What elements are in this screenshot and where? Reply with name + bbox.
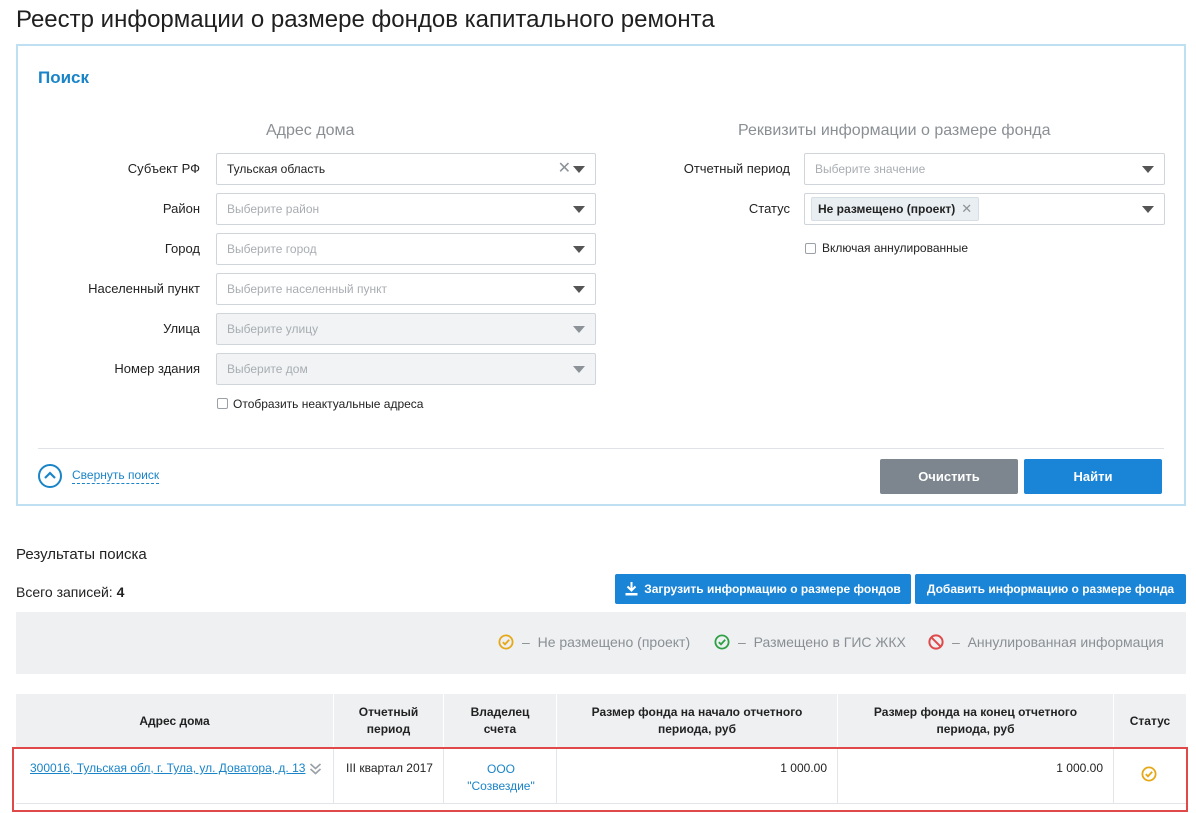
table-header: Адрес дома Отчетный период Владелец счет… [16,694,1186,748]
period-select[interactable]: Выберите значение [804,153,1165,185]
city-select[interactable]: Выберите город [216,233,596,265]
search-panel: Поиск Адрес дома Реквизиты информации о … [16,44,1186,506]
legend-dash: – [738,634,746,650]
chevron-down-icon[interactable] [1142,206,1154,213]
upload-button-label: Загрузить информацию о размере фондов [644,582,901,596]
legend-dash: – [522,634,530,650]
column-header-status[interactable]: Статус [1114,694,1186,748]
clear-icon[interactable]: ✕ [558,161,571,177]
row-highlight-frame [12,747,1188,812]
subject-select-value: Тульская область [227,162,326,176]
add-info-button[interactable]: Добавить информацию о размере фонда [915,574,1186,604]
legend-label-draft: Не размещено (проект) [537,634,691,650]
status-chip[interactable]: Не размещено (проект) ✕ [811,197,980,221]
status-chip-label: Не размещено (проект) [818,202,956,216]
chip-remove-icon[interactable]: ✕ [961,201,972,217]
search-heading: Поиск [38,68,90,87]
district-placeholder: Выберите район [227,202,320,216]
chevron-down-icon[interactable] [1142,166,1154,173]
page-title: Реестр информации о размере фондов капит… [16,6,715,33]
building-placeholder: Выберите дом [227,362,308,376]
divider [38,448,1164,449]
check-circle-icon [714,634,730,650]
show-irrelevant-checkbox[interactable] [217,398,228,409]
street-select[interactable]: Выберите улицу [216,313,596,345]
column-header-address[interactable]: Адрес дома [16,694,334,748]
forbidden-icon [928,634,944,650]
legend-label-placed: Размещено в ГИС ЖКХ [753,634,906,650]
status-select[interactable]: Не размещено (проект) ✕ [804,193,1165,225]
street-label: Улица [163,321,200,336]
chevron-down-icon[interactable] [573,206,585,213]
upload-button[interactable]: Загрузить информацию о размере фондов [615,574,911,604]
chevron-down-icon[interactable] [573,286,585,293]
status-label: Статус [748,201,790,216]
column-header-period[interactable]: Отчетный период [334,694,444,748]
column-header-end-amount[interactable]: Размер фонда на конец отчетного периода,… [838,694,1114,748]
legend-item-annulled: – Аннулированная информация [928,634,1164,650]
legend-item-placed: – Размещено в ГИС ЖКХ [714,634,906,650]
legend-label-annulled: Аннулированная информация [967,634,1164,650]
check-circle-icon [498,634,514,650]
collapse-search-link[interactable]: Свернуть поиск [72,468,160,484]
include-annulled-checkbox[interactable] [805,243,816,254]
settlement-label: Населенный пункт [88,281,200,296]
subject-label: Субъект РФ [127,161,200,176]
results-title: Результаты поиска [16,546,147,563]
column-header-start-amount[interactable]: Размер фонда на начало отчетного периода… [557,694,838,748]
include-annulled-label: Включая аннулированные [822,241,969,255]
total-count: 4 [116,584,125,600]
chevron-down-icon[interactable] [573,246,585,253]
find-button[interactable]: Найти [1024,459,1162,494]
clear-button[interactable]: Очистить [880,459,1018,494]
column-header-owner[interactable]: Владелец счета [444,694,557,748]
period-label: Отчетный период [683,161,790,176]
settlement-placeholder: Выберите населенный пункт [227,282,387,296]
download-icon [625,582,638,596]
total-label: Всего записей: [16,584,113,600]
subject-select[interactable]: Тульская область ✕ [216,153,596,185]
requisites-group-title: Реквизиты информации о размере фонда [738,122,1051,139]
total-records: Всего записей: 4 [16,584,124,600]
settlement-select[interactable]: Выберите населенный пункт [216,273,596,305]
chevron-up-circle-icon[interactable] [38,464,62,488]
city-label: Город [164,241,200,256]
building-select[interactable]: Выберите дом [216,353,596,385]
district-select[interactable]: Выберите район [216,193,596,225]
district-label: Район [162,201,200,216]
chevron-down-icon[interactable] [573,366,585,373]
building-label: Номер здания [114,361,200,376]
show-irrelevant-label: Отобразить неактуальные адреса [233,397,424,411]
chevron-down-icon[interactable] [573,166,585,173]
legend-dash: – [952,634,960,650]
street-placeholder: Выберите улицу [227,322,319,336]
address-group-title: Адрес дома [266,122,355,139]
legend-item-draft: – Не размещено (проект) [498,634,690,650]
city-placeholder: Выберите город [227,242,317,256]
chevron-down-icon[interactable] [573,326,585,333]
status-legend: – Не размещено (проект) – Размещено в ГИ… [16,612,1186,674]
period-placeholder: Выберите значение [815,162,926,176]
